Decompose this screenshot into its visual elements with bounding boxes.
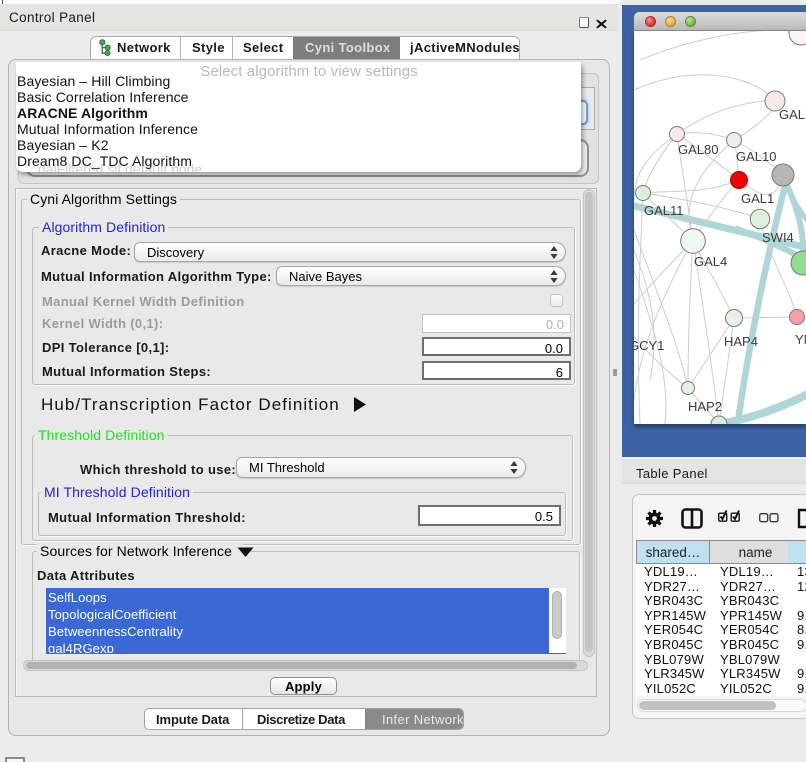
svg-text:GAL: GAL [779,107,805,122]
svg-text:HAP4: HAP4 [724,334,758,349]
svg-text:SWI4: SWI4 [762,230,794,245]
svg-text:GAL11: GAL11 [644,203,684,218]
svg-text:GAL4: GAL4 [694,254,727,269]
svg-text:YM: YM [795,332,806,347]
svg-text:HAP2: HAP2 [688,399,722,414]
svg-text:GAL80: GAL80 [678,142,718,157]
svg-text:GAL10: GAL10 [736,149,776,164]
svg-text:GAL1: GAL1 [741,191,774,206]
svg-text:GCY1: GCY1 [634,338,664,353]
